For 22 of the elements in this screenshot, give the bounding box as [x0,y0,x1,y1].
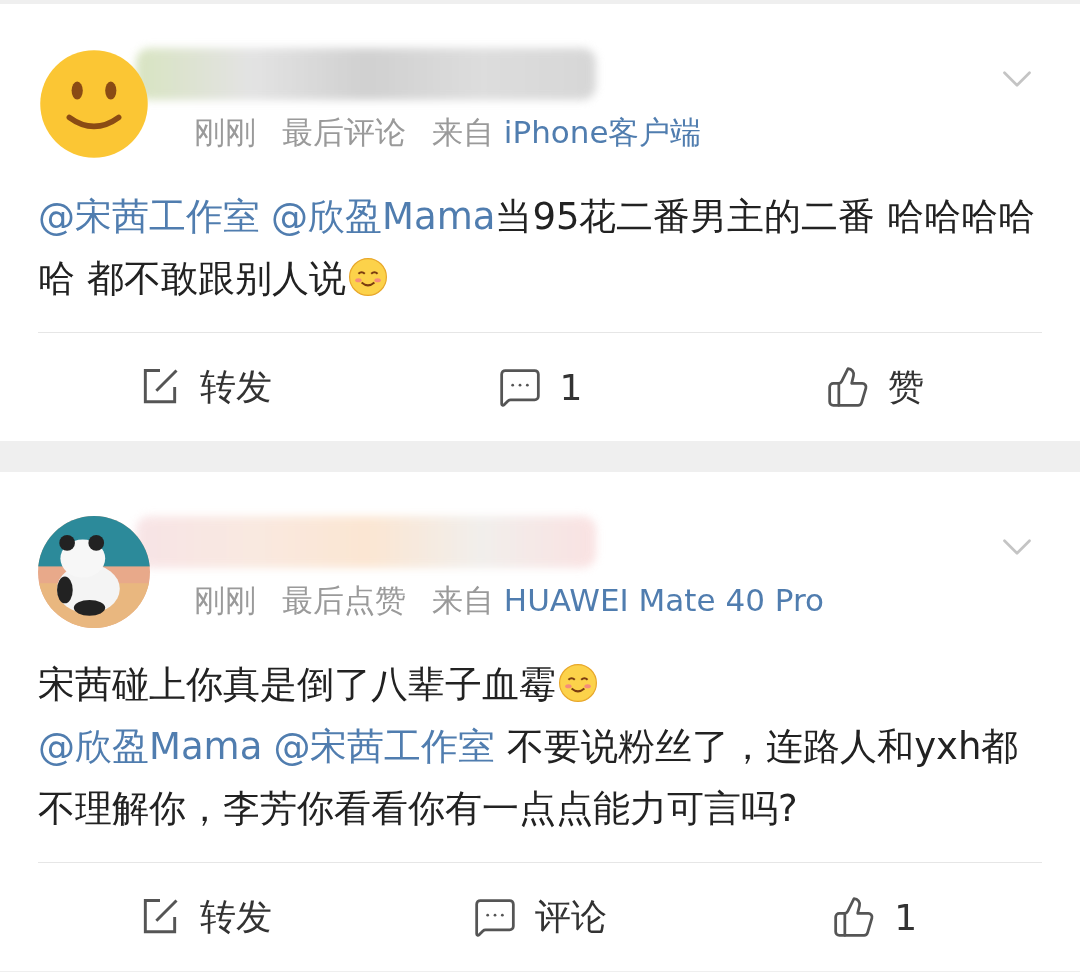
mention-link[interactable]: @宋茜工作室 [273,725,496,768]
comment-button[interactable]: 1 [497,365,583,409]
mention-link[interactable]: @欣盈Mama [38,725,263,768]
thumbs-up-icon [825,365,870,409]
mention-link[interactable]: @宋茜工作室 [38,195,260,238]
comment-button[interactable]: 评论 [473,892,607,942]
post-text: 宋茜碰上你真是倒了八辈子血霉 @欣盈Mama @宋茜工作室 不要说粉丝了，连路人和yxh都不理解你，李芳你看看你有一点点能力可言吗? [38,654,1042,863]
post-time: 刚刚 [194,581,256,620]
smiley-icon [347,257,388,297]
post-time: 刚刚 [194,113,256,152]
activity-label: 最后点赞 [282,581,406,620]
repost-button[interactable]: 转发 [138,362,273,412]
source-label: 来自 iPhone客户端 [432,113,702,152]
activity-label: 最后评论 [282,113,406,152]
smiley-icon [558,663,598,703]
mention-link[interactable]: @欣盈Mama [271,195,496,238]
source-label: 来自 HUAWEI Mate 40 Pro [432,581,824,620]
smiley-avatar-icon [38,48,150,160]
like-button[interactable]: 1 [832,895,918,939]
post-text: @宋茜工作室 @欣盈Mama当95花二番男主的二番 哈哈哈哈哈 都不敢跟别人说 [38,186,1042,333]
like-button[interactable]: 赞 [825,362,924,412]
repost-button[interactable]: 转发 [138,892,273,942]
